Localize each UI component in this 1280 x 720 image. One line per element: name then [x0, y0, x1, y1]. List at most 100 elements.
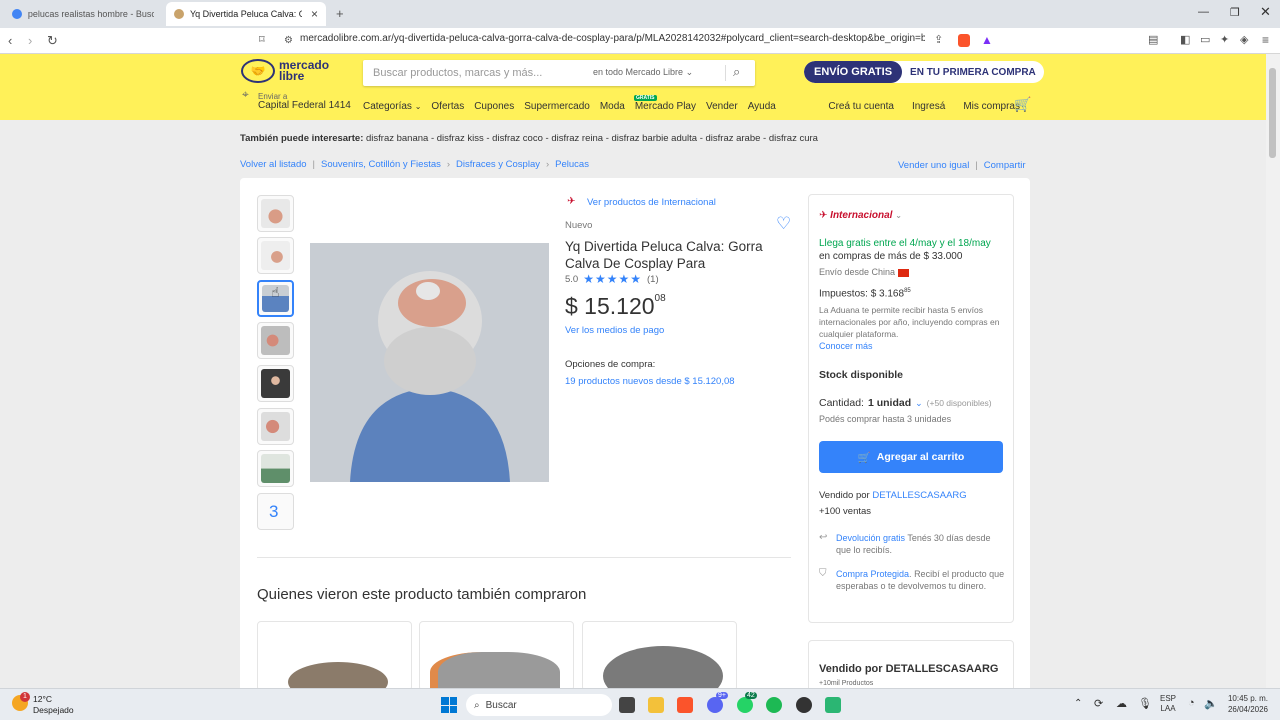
volume-icon[interactable]: 🔈 — [1204, 697, 1218, 710]
breadcrumb-item[interactable]: Pelucas — [555, 159, 589, 170]
menu-icon[interactable]: ≡ — [1262, 33, 1269, 47]
breadcrumb-item[interactable]: Souvenirs, Cotillón y Fiestas — [321, 159, 441, 170]
minimize-icon[interactable]: — — [1198, 6, 1209, 18]
wifi-icon[interactable]: ◔ — [1188, 697, 1195, 709]
forward-icon[interactable]: › — [28, 33, 32, 48]
wallet-icon[interactable]: ▭ — [1200, 33, 1210, 46]
thumbnail[interactable] — [257, 322, 294, 359]
weather-widget[interactable]: 12°C Despejado — [33, 694, 74, 716]
delivery-condition: en compras de más de $ 33.000 — [819, 251, 963, 262]
reload-icon[interactable]: ↻ — [47, 33, 58, 49]
leo-icon[interactable]: ✦ — [1220, 33, 1229, 46]
qty-label: Cantidad: — [819, 397, 864, 409]
nav-vender[interactable]: Vender — [706, 101, 738, 112]
favorite-heart-icon[interactable]: ♡ — [776, 214, 791, 234]
page-scrollbar[interactable] — [1266, 54, 1280, 688]
clock-date: 26/04/2026 — [1227, 705, 1268, 714]
logo-text: libre — [279, 69, 305, 83]
related-links[interactable]: disfraz banana - disfraz kiss - disfraz … — [366, 133, 818, 144]
brave-shield-icon[interactable] — [958, 34, 970, 47]
rating[interactable]: 5.0 ★★★★★ (1) — [565, 272, 659, 286]
nav-ofertas[interactable]: Ofertas — [431, 101, 464, 112]
product-main-image[interactable] — [310, 243, 549, 482]
nav-supermercado[interactable]: Supermercado — [524, 101, 590, 112]
windows-start-icon[interactable] — [441, 697, 457, 713]
scrollbar-thumb[interactable] — [1269, 68, 1276, 158]
thumbnail[interactable] — [257, 450, 294, 487]
tab-search[interactable]: pelucas realistas hombre - Buscar co — [4, 2, 162, 26]
thumbnail[interactable] — [257, 365, 294, 402]
reader-icon[interactable]: ▤ — [1148, 33, 1158, 46]
seller-box-title[interactable]: Vendido por DETALLESCASAARG — [819, 663, 998, 675]
sell-same-link[interactable]: Vender uno igual — [898, 160, 969, 171]
purchase-options-link[interactable]: 19 productos nuevos desde $ 15.120,08 — [565, 376, 735, 387]
intl-products-link[interactable]: Ver productos de Internacional — [587, 197, 716, 208]
cart-icon[interactable]: 🛒 — [1014, 96, 1031, 113]
sync-icon[interactable]: ⟳ — [1094, 697, 1103, 710]
chevron-up-icon[interactable]: ⌃ — [1074, 698, 1082, 709]
tab-product[interactable]: Yq Divertida Peluca Calva: Gorra × — [166, 2, 326, 26]
thumbnail-more[interactable]: 3 — [257, 493, 294, 530]
whatsapp-icon[interactable] — [737, 697, 753, 713]
nav-categorias[interactable]: Categorías ⌄ — [363, 101, 421, 112]
promo-text: EN TU PRIMERA COMPRA — [910, 66, 1036, 78]
promo-banner[interactable]: ENVÍO GRATIS EN TU PRIMERA COMPRA — [804, 61, 1044, 83]
new-tab-button[interactable]: + — [336, 6, 344, 21]
nav-mercado-play[interactable]: Mercado Play — [635, 101, 696, 112]
audio-app-icon[interactable] — [825, 697, 841, 713]
microphone-icon[interactable]: 🎙 — [1138, 697, 1152, 710]
language-indicator[interactable]: ESP LAA — [1160, 694, 1176, 714]
bookmark-icon[interactable]: ⌑ — [259, 33, 265, 46]
thumbnail[interactable] — [257, 195, 294, 232]
url-field[interactable]: mercadolibre.com.ar/yq-divertida-peluca-… — [300, 33, 925, 44]
file-explorer-icon[interactable] — [648, 697, 664, 713]
learn-more-link[interactable]: Conocer más — [819, 341, 873, 351]
brave-browser-icon[interactable] — [677, 697, 693, 713]
network-app-icon[interactable]: ☁ — [1116, 697, 1127, 710]
close-window-icon[interactable]: ✕ — [1260, 4, 1271, 20]
obs-icon[interactable] — [796, 697, 812, 713]
star-icons: ★★★★★ — [583, 272, 643, 286]
rewards-icon[interactable]: ▲ — [981, 33, 993, 47]
taskbar-search[interactable]: ⌕ Buscar — [466, 694, 612, 716]
discord-icon[interactable] — [707, 697, 723, 713]
search-icon[interactable]: ⌕ — [733, 64, 740, 80]
seller-link[interactable]: DETALLESCASAARG — [872, 490, 966, 501]
close-tab-icon[interactable]: × — [311, 7, 318, 21]
protect-link[interactable]: Compra Protegida — [836, 569, 909, 579]
back-icon[interactable]: ‹ — [8, 33, 12, 48]
create-account-link[interactable]: Creá tu cuenta — [828, 101, 894, 112]
nav-ayuda[interactable]: Ayuda — [748, 101, 776, 112]
share-link[interactable]: Compartir — [984, 160, 1026, 171]
return-link[interactable]: Devolución gratis — [836, 533, 905, 543]
related-product-card[interactable] — [257, 621, 412, 691]
breadcrumb-item[interactable]: Disfraces y Cosplay — [456, 159, 540, 170]
my-purchases-link[interactable]: Mis compras — [963, 101, 1020, 112]
sidebar-icon[interactable]: ◧ — [1180, 33, 1190, 46]
nav-label: Categorías — [363, 101, 412, 112]
vpn-icon[interactable]: ◈ — [1240, 33, 1248, 46]
related-product-card[interactable] — [419, 621, 574, 691]
payment-methods-link[interactable]: Ver los medios de pago — [565, 325, 664, 336]
nav-moda[interactable]: Moda — [600, 101, 625, 112]
task-view-icon[interactable] — [619, 697, 635, 713]
spotify-icon[interactable] — [766, 697, 782, 713]
search-box[interactable]: Buscar productos, marcas y más... en tod… — [363, 60, 755, 86]
shipping-location[interactable]: ⌖ Enviar a Capital Federal 1414 — [242, 88, 351, 111]
share-icon[interactable]: ⇪ — [934, 33, 943, 46]
search-input[interactable]: Buscar productos, marcas y más... — [373, 67, 542, 79]
site-info-icon[interactable]: ⚙ — [284, 35, 293, 46]
quantity-selector[interactable]: Cantidad: 1 unidad ⌄ (+50 disponibles) — [819, 397, 992, 409]
thumbnail[interactable] — [257, 237, 294, 274]
mercadolibre-logo[interactable]: 🤝 mercado libre — [241, 59, 329, 83]
login-link[interactable]: Ingresá — [912, 101, 945, 112]
nav-cupones[interactable]: Cupones — [474, 101, 514, 112]
related-product-card[interactable] — [582, 621, 737, 691]
intl-brand[interactable]: ✈ Internacional ⌄ — [819, 210, 902, 221]
add-to-cart-button[interactable]: 🛒 Agregar al carrito — [819, 441, 1003, 473]
clock[interactable]: 10:45 p. m. 26/04/2026 — [1224, 693, 1268, 715]
thumbnail[interactable] — [257, 408, 294, 445]
restore-icon[interactable]: ❐ — [1230, 6, 1240, 19]
search-scope-select[interactable]: en todo Mercado Libre ⌄ — [593, 67, 693, 78]
back-to-list-link[interactable]: Volver al listado — [240, 159, 307, 170]
